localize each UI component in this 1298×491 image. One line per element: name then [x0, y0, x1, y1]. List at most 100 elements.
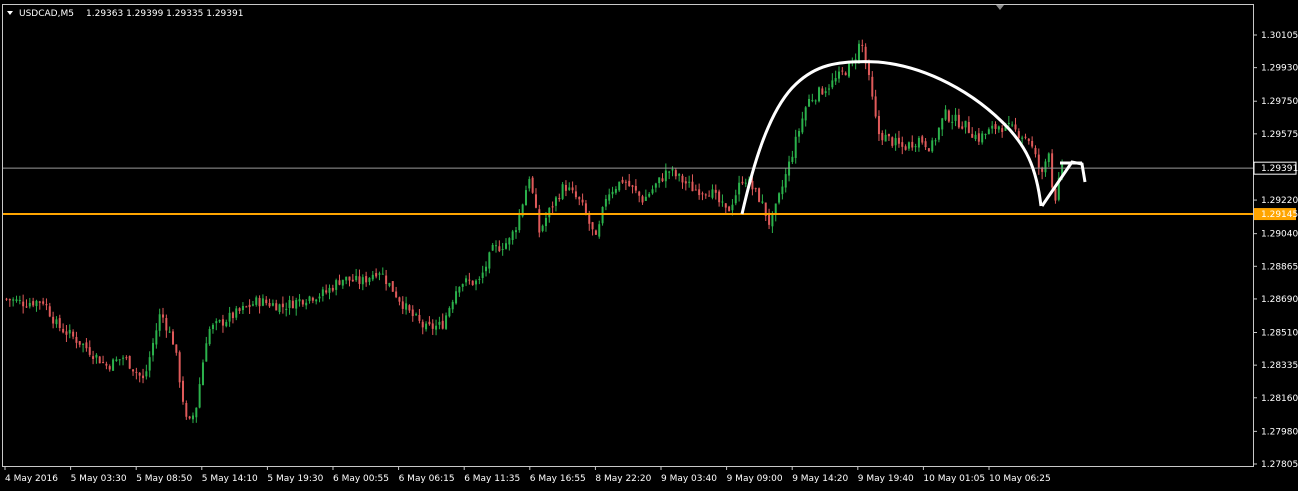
- candle-body: [115, 359, 118, 362]
- candle-body: [511, 231, 514, 241]
- time-tick-label: 5 May 14:10: [202, 474, 258, 484]
- candle-body: [142, 375, 145, 379]
- candle-body: [801, 118, 804, 133]
- candle-body: [191, 415, 194, 420]
- price-tick-label: 1.27980: [1261, 427, 1298, 437]
- candle-body: [55, 319, 58, 325]
- candle-body: [631, 185, 634, 187]
- candle-body: [415, 314, 418, 316]
- candle-body: [468, 279, 471, 281]
- candle-body: [758, 188, 761, 202]
- candle-body: [768, 214, 771, 225]
- candle-body: [674, 170, 677, 177]
- candle: [112, 358, 115, 371]
- candle-body: [102, 362, 105, 364]
- candle-body: [921, 136, 924, 143]
- candle-body: [265, 299, 268, 304]
- candle-body: [72, 331, 75, 337]
- candle-body: [1027, 138, 1030, 141]
- price-chart[interactable]: USDCAD,M5 1.29363 1.29399 1.29335 1.2939…: [0, 0, 1298, 491]
- candle-body: [88, 347, 91, 355]
- candle-body: [744, 182, 747, 184]
- candle-body: [621, 179, 624, 183]
- candle-body: [158, 314, 161, 331]
- candle-body: [911, 141, 914, 148]
- time-tick-label: 5 May 03:30: [71, 474, 127, 484]
- candle-body: [977, 133, 980, 142]
- candle-body: [125, 357, 128, 359]
- candle-body: [654, 183, 657, 188]
- candle-body: [648, 193, 651, 197]
- candle-body: [901, 142, 904, 147]
- candle-body: [25, 306, 28, 308]
- candle-body: [907, 142, 910, 149]
- candle-body: [331, 287, 334, 291]
- candle-body: [181, 380, 184, 402]
- header-ohlc: 1.29363 1.29399 1.29335 1.29391: [86, 9, 243, 19]
- candle-body: [741, 181, 744, 184]
- candle-body: [548, 207, 551, 218]
- candle-body: [68, 329, 71, 334]
- candle-body: [378, 273, 381, 275]
- candle-body: [781, 186, 784, 195]
- candle-body: [598, 224, 601, 237]
- candle: [847, 62, 850, 79]
- candle-body: [711, 189, 714, 198]
- candle-body: [664, 170, 667, 182]
- candle-body: [798, 131, 801, 137]
- candle-body: [188, 416, 191, 419]
- candle-body: [365, 276, 368, 283]
- time-tick-label: 10 May 06:25: [989, 474, 1051, 484]
- candle-body: [931, 140, 934, 152]
- candle-body: [957, 114, 960, 128]
- candle-body: [281, 303, 284, 308]
- candle-body: [624, 181, 627, 183]
- candle-body: [348, 276, 351, 281]
- candle-body: [132, 369, 135, 372]
- candle-body: [12, 299, 15, 301]
- candle-body: [867, 62, 870, 76]
- candle: [947, 109, 950, 123]
- price-tick-label: 1.29145: [1261, 210, 1298, 220]
- candle-body: [688, 181, 691, 183]
- candle-body: [834, 77, 837, 82]
- candle-body: [738, 182, 741, 195]
- time-tick-label: 9 May 03:40: [661, 474, 717, 484]
- candle-body: [967, 122, 970, 133]
- candle-body: [358, 276, 361, 284]
- candle-body: [941, 118, 944, 130]
- candle-body: [165, 318, 168, 331]
- candle-body: [391, 281, 394, 292]
- candle-body: [238, 308, 241, 311]
- candle-body: [828, 88, 831, 90]
- candle-body: [155, 330, 158, 345]
- candle-body: [401, 301, 404, 309]
- candle-body: [62, 328, 65, 333]
- candle-body: [288, 300, 291, 308]
- candle-body: [308, 296, 311, 302]
- candle-body: [351, 279, 354, 282]
- price-tick-label: 1.29750: [1261, 97, 1298, 107]
- candle-body: [411, 309, 414, 317]
- candle-body: [881, 132, 884, 141]
- candle-body: [498, 246, 501, 252]
- candle-body: [534, 194, 537, 208]
- candle-body: [112, 359, 115, 371]
- candle-body: [1017, 131, 1020, 138]
- candle: [178, 350, 181, 388]
- candle-body: [235, 308, 238, 318]
- candle-body: [754, 188, 757, 190]
- candle-body: [861, 44, 864, 46]
- candle-body: [708, 195, 711, 197]
- price-tick-label: 1.28335: [1261, 361, 1298, 371]
- candle-body: [148, 357, 151, 371]
- candle-body: [581, 199, 584, 203]
- candle-body: [32, 301, 35, 306]
- candle-body: [505, 243, 507, 249]
- candle-body: [168, 331, 171, 333]
- candle-body: [904, 146, 907, 150]
- candle-body: [198, 384, 201, 408]
- candle-body: [285, 308, 288, 310]
- candle-body: [857, 43, 860, 62]
- candle-body: [971, 133, 974, 138]
